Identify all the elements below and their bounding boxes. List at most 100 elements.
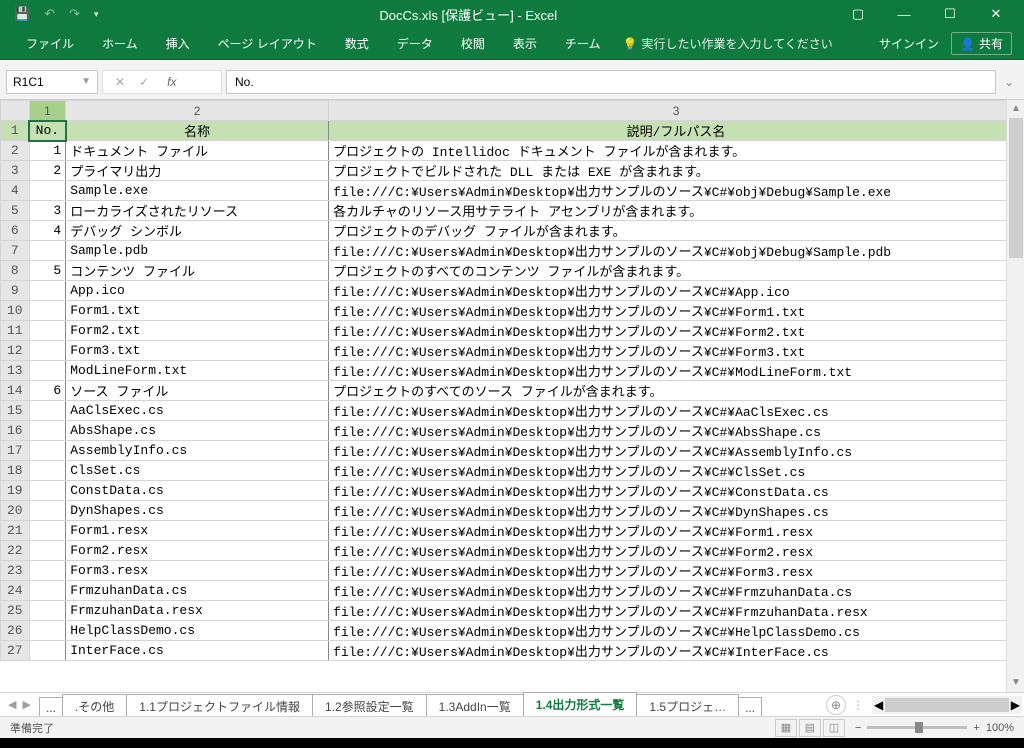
scroll-down-icon[interactable]: ▼ — [1007, 674, 1024, 692]
chevron-down-icon[interactable]: ▼ — [81, 76, 91, 87]
table-row[interactable]: 13ModLineForm.txtfile:///C:¥Users¥Admin¥… — [1, 361, 1024, 381]
share-button[interactable]: 👤 共有 — [951, 32, 1012, 55]
ribbon-tab-2[interactable]: 挿入 — [152, 35, 204, 52]
enter-icon[interactable]: ✓ — [139, 75, 149, 89]
row-header[interactable]: 8 — [1, 261, 30, 281]
tell-me-search[interactable]: 💡 実行したい作業を入力してください — [614, 35, 832, 52]
cell-desc[interactable]: file:///C:¥Users¥Admin¥Desktop¥出力サンプルのソー… — [329, 501, 1024, 521]
horizontal-scrollbar[interactable]: ◀ ▶ — [872, 696, 1022, 714]
maximize-icon[interactable]: ☐ — [930, 4, 970, 24]
table-row[interactable]: 1No.名称説明/フルパス名 — [1, 121, 1024, 141]
cell-no[interactable] — [29, 501, 66, 521]
cell-desc[interactable]: プロジェクトの Intellidoc ドキュメント ファイルが含まれます。 — [329, 141, 1024, 161]
cell-no[interactable] — [29, 301, 66, 321]
view-normal-icon[interactable]: ▦ — [775, 719, 797, 737]
table-row[interactable]: 27 InterFace.csfile:///C:¥Users¥Admin¥Des… — [1, 641, 1024, 661]
row-header[interactable]: 20 — [1, 501, 30, 521]
zoom-slider[interactable] — [867, 726, 967, 729]
cell-name[interactable]: Form1.txt — [66, 301, 329, 321]
cell-name[interactable]: プライマリ出力 — [66, 161, 329, 181]
cell-name[interactable]: Sample.exe — [66, 181, 329, 201]
cell-name[interactable]: Sample.pdb — [66, 241, 329, 261]
row-header[interactable]: 16 — [1, 421, 30, 441]
cell-name[interactable]: App.ico — [66, 281, 329, 301]
cell-desc[interactable]: file:///C:¥Users¥Admin¥Desktop¥出力サンプルのソー… — [329, 601, 1024, 621]
cell-no[interactable]: 1 — [29, 141, 66, 161]
row-header[interactable]: 4 — [1, 181, 30, 201]
ribbon-tab-6[interactable]: 校閲 — [447, 35, 499, 52]
cell-desc[interactable]: file:///C:¥Users¥Admin¥Desktop¥出力サンプルのソー… — [329, 401, 1024, 421]
sheet-tab[interactable]: 1.5プロジェ… — [636, 694, 739, 717]
zoom-level[interactable]: 100% — [986, 722, 1014, 734]
ribbon-tab-1[interactable]: ホーム — [88, 35, 152, 52]
cell-no[interactable]: 2 — [29, 161, 66, 181]
redo-icon[interactable]: ↷ — [69, 6, 80, 22]
table-row[interactable]: 146ソース ファイルプロジェクトのすべてのソース ファイルが含まれます。 — [1, 381, 1024, 401]
ribbon-tab-3[interactable]: ページ レイアウト — [204, 35, 331, 52]
table-row[interactable]: 23Form3.resxfile:///C:¥Users¥Admin¥Deskt… — [1, 561, 1024, 581]
cell-no[interactable]: 4 — [29, 221, 66, 241]
select-all-corner[interactable] — [1, 101, 30, 121]
cell-name[interactable]: ソース ファイル — [66, 381, 329, 401]
sheet-nav-prev-icon[interactable]: ◀ — [8, 698, 16, 711]
close-icon[interactable]: ✕ — [976, 4, 1016, 24]
ribbon-tab-7[interactable]: 表示 — [499, 35, 551, 52]
cell-name[interactable]: ドキュメント ファイル — [66, 141, 329, 161]
row-header[interactable]: 25 — [1, 601, 30, 621]
cell-name[interactable]: AbsShape.cs — [66, 421, 329, 441]
table-row[interactable]: 21ドキュメント ファイルプロジェクトの Intellidoc ドキュメント フ… — [1, 141, 1024, 161]
cancel-icon[interactable]: ✕ — [115, 75, 125, 89]
row-header[interactable]: 21 — [1, 521, 30, 541]
row-header[interactable]: 22 — [1, 541, 30, 561]
cell-no[interactable] — [29, 581, 66, 601]
cell-name[interactable]: FrmzuhanData.cs — [66, 581, 329, 601]
cell-no[interactable] — [29, 281, 66, 301]
sheet-nav-next-icon[interactable]: ▶ — [22, 698, 30, 711]
sheet-tab[interactable]: 1.4出力形式一覧 — [523, 692, 638, 717]
sheet-tab[interactable]: 1.2参照設定一覧 — [312, 694, 427, 717]
cell-name[interactable]: ModLineForm.txt — [66, 361, 329, 381]
cell-desc[interactable]: 説明/フルパス名 — [329, 121, 1024, 141]
cell-name[interactable]: Form2.resx — [66, 541, 329, 561]
col-header-1[interactable]: 1 — [29, 101, 66, 121]
row-header[interactable]: 23 — [1, 561, 30, 581]
cell-no[interactable] — [29, 401, 66, 421]
tab-split-handle[interactable]: ⋮ — [846, 698, 870, 712]
cell-no[interactable] — [29, 421, 66, 441]
row-header[interactable]: 14 — [1, 381, 30, 401]
zoom-out-icon[interactable]: − — [855, 722, 861, 734]
table-row[interactable]: 21Form1.resxfile:///C:¥Users¥Admin¥Deskt… — [1, 521, 1024, 541]
fx-icon[interactable]: fx — [163, 75, 180, 89]
row-header[interactable]: 27 — [1, 641, 30, 661]
cell-name[interactable]: Form3.txt — [66, 341, 329, 361]
table-row[interactable]: 53ローカライズされたリソース各カルチャのリソース用サテライト アセンブリが含ま… — [1, 201, 1024, 221]
sheet-tab-more-left[interactable]: ... — [39, 697, 63, 717]
add-sheet-button[interactable]: ⊕ — [826, 695, 846, 715]
cell-no[interactable] — [29, 621, 66, 641]
table-row[interactable]: 7Sample.pdbfile:///C:¥Users¥Admin¥Deskto… — [1, 241, 1024, 261]
row-header[interactable]: 3 — [1, 161, 30, 181]
ribbon-tab-5[interactable]: データ — [383, 35, 447, 52]
cell-name[interactable]: InterFace.cs — [66, 641, 329, 661]
row-header[interactable]: 18 — [1, 461, 30, 481]
grid-table[interactable]: 1 2 3 1No.名称説明/フルパス名21ドキュメント ファイルプロジェクトの… — [0, 100, 1024, 661]
cell-no[interactable]: 5 — [29, 261, 66, 281]
cell-no[interactable] — [29, 541, 66, 561]
sheet-tab-more-right[interactable]: ... — [738, 697, 762, 717]
table-row[interactable]: 4Sample.exefile:///C:¥Users¥Admin¥Deskto… — [1, 181, 1024, 201]
cell-desc[interactable]: file:///C:¥Users¥Admin¥Desktop¥出力サンプルのソー… — [329, 561, 1024, 581]
col-header-2[interactable]: 2 — [66, 101, 329, 121]
cell-desc[interactable]: file:///C:¥Users¥Admin¥Desktop¥出力サンプルのソー… — [329, 441, 1024, 461]
minimize-icon[interactable]: — — [884, 4, 924, 24]
table-row[interactable]: 11Form2.txtfile:///C:¥Users¥Admin¥Deskto… — [1, 321, 1024, 341]
cell-no[interactable] — [29, 181, 66, 201]
cell-no[interactable]: No. — [29, 121, 66, 141]
cell-desc[interactable]: file:///C:¥Users¥Admin¥Desktop¥出力サンプルのソー… — [329, 281, 1024, 301]
cell-no[interactable] — [29, 321, 66, 341]
cell-desc[interactable]: file:///C:¥Users¥Admin¥Desktop¥出力サンプルのソー… — [329, 461, 1024, 481]
table-row[interactable]: 24FrmzuhanData.csfile:///C:¥Users¥Admin¥… — [1, 581, 1024, 601]
table-row[interactable]: 32プライマリ出力プロジェクトでビルドされた DLL または EXE が含まれま… — [1, 161, 1024, 181]
cell-desc[interactable]: file:///C:¥Users¥Admin¥Desktop¥出力サンプルのソー… — [329, 641, 1024, 661]
sheet-tab[interactable]: .その他 — [62, 694, 127, 717]
table-row[interactable]: 16AbsShape.csfile:///C:¥Users¥Admin¥Desk… — [1, 421, 1024, 441]
